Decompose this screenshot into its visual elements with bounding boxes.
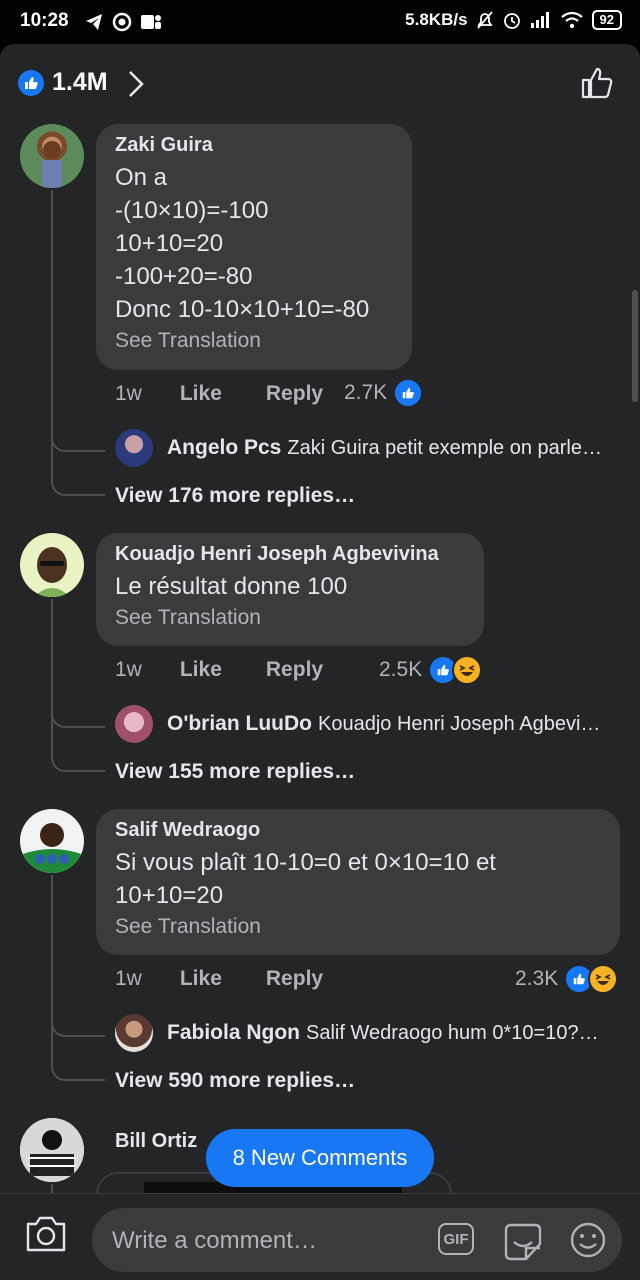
sticker-icon[interactable] xyxy=(502,1222,544,1262)
comment-composer: Write a comment… GIF xyxy=(0,1193,640,1280)
comment-author[interactable]: Kouadjo Henri Joseph Agbevivina xyxy=(115,543,464,566)
comment-line: 10+10=20 xyxy=(115,230,224,257)
avatar[interactable] xyxy=(20,1118,84,1182)
comment-line: On a xyxy=(115,164,168,191)
reply-text: Zaki Guira petit exemple on parle… xyxy=(287,436,602,459)
comment-text: On a -(10×10)=-100 10+10=20 -100+20=-80 … xyxy=(115,161,392,326)
thread-connector xyxy=(51,724,105,772)
haha-reaction-icon xyxy=(588,964,619,994)
camera-icon[interactable] xyxy=(24,1214,68,1254)
see-translation-link[interactable]: See Translation xyxy=(115,329,392,353)
comment-reactions[interactable]: 2.5K xyxy=(379,655,483,685)
comments-sheet: 1.4M Zaki Guira On a -(10×10)=-100 10+10… xyxy=(0,44,640,1280)
like-reaction-icon xyxy=(393,378,424,408)
reply-text: Kouadjo Henri Joseph Agbevi… xyxy=(317,712,601,735)
reply-button[interactable]: Reply xyxy=(266,382,323,405)
like-reaction-icon xyxy=(18,70,44,96)
comment-author[interactable]: Bill Ortiz xyxy=(115,1130,197,1153)
reply-avatar[interactable] xyxy=(115,429,153,467)
bell-off-icon xyxy=(476,11,493,29)
comment-input-placeholder: Write a comment… xyxy=(112,1227,317,1254)
reaction-count: 2.3K xyxy=(515,967,559,990)
comment-text: Le résultat donne 100 xyxy=(115,570,464,603)
gif-button[interactable]: GIF xyxy=(438,1223,474,1255)
like-button[interactable]: Like xyxy=(180,382,222,405)
emoji-icon[interactable] xyxy=(568,1220,608,1260)
comment-time: 1w xyxy=(115,382,142,405)
comment-author[interactable]: Salif Wedraogo xyxy=(115,819,600,842)
new-comments-button[interactable]: 8 New Comments xyxy=(206,1129,434,1187)
comment-text: Si vous plaît 10-10=0 et 0×10=10 et 10+1… xyxy=(115,846,600,912)
comment-time: 1w xyxy=(115,658,142,681)
comment-bubble[interactable]: Salif Wedraogo Si vous plaît 10-10=0 et … xyxy=(96,809,620,955)
haha-reaction-icon xyxy=(452,655,483,685)
avatar[interactable] xyxy=(20,533,84,597)
comment-actions: 1w Like Reply xyxy=(115,967,367,991)
comment-time: 1w xyxy=(115,967,142,990)
comment-reactions[interactable]: 2.7K xyxy=(344,378,424,408)
reply-text: Salif Wedraogo hum 0*10=10?… xyxy=(306,1021,599,1044)
comment-line: -100+20=-80 xyxy=(115,263,253,290)
comment-actions: 1w Like Reply xyxy=(115,382,367,406)
see-translation-link[interactable]: See Translation xyxy=(115,606,464,630)
status-bar: 10:28 5.8KB/s 92 xyxy=(0,0,640,44)
comment-line: Le résultat donne 100 xyxy=(115,573,348,600)
battery-indicator: 92 xyxy=(591,10,622,30)
comment-line: Donc 10-10×10+10=-80 xyxy=(115,296,370,323)
reaction-count: 2.7K xyxy=(344,381,388,404)
net-speed: 5.8KB/s xyxy=(405,10,468,29)
notification-icons xyxy=(84,12,162,32)
thread-connector xyxy=(51,1033,105,1081)
reaction-count[interactable]: 1.4M xyxy=(52,68,108,97)
like-button[interactable]: Like xyxy=(180,658,222,681)
like-post-icon[interactable] xyxy=(580,66,614,100)
reply-preview[interactable]: O'brian LuuDo Kouadjo Henri Joseph Agbev… xyxy=(115,705,600,743)
avatar[interactable] xyxy=(20,124,84,188)
reply-avatar[interactable] xyxy=(115,705,153,743)
reply-button[interactable]: Reply xyxy=(266,967,323,990)
comment-bubble[interactable]: Kouadjo Henri Joseph Agbevivina Le résul… xyxy=(96,533,484,646)
reply-avatar[interactable] xyxy=(115,1014,153,1052)
status-time: 10:28 xyxy=(20,10,69,31)
comment-line: Si vous plaît 10-10=0 et 0×10=10 et xyxy=(115,849,496,876)
chevron-right-icon[interactable] xyxy=(126,68,146,100)
comment-line: -(10×10)=-100 xyxy=(115,197,269,224)
reply-button[interactable]: Reply xyxy=(266,658,323,681)
reply-preview[interactable]: Fabiola Ngon Salif Wedraogo hum 0*10=10?… xyxy=(115,1014,599,1052)
comment-bubble[interactable]: Zaki Guira On a -(10×10)=-100 10+10=20 -… xyxy=(96,124,412,370)
reply-author[interactable]: Fabiola Ngon xyxy=(167,1021,300,1045)
view-more-replies[interactable]: View 176 more replies… xyxy=(115,484,355,508)
comment-line: 10+10=20 xyxy=(115,882,224,909)
reply-author[interactable]: Angelo Pcs xyxy=(167,436,281,460)
avatar[interactable] xyxy=(20,809,84,873)
wifi-icon xyxy=(560,11,583,29)
alarm-icon xyxy=(503,13,520,29)
record-icon xyxy=(112,12,132,32)
reply-preview[interactable]: Angelo Pcs Zaki Guira petit exemple on p… xyxy=(115,429,602,467)
thread-connector xyxy=(51,448,105,496)
reactions-header: 1.4M xyxy=(0,44,640,124)
telegram-icon xyxy=(86,14,102,30)
reaction-count: 2.5K xyxy=(379,658,423,681)
thread-line xyxy=(51,190,53,450)
comment-reactions[interactable]: 2.3K xyxy=(515,964,619,994)
reply-author[interactable]: O'brian LuuDo xyxy=(167,712,312,736)
comment-author[interactable]: Zaki Guira xyxy=(115,134,392,157)
teams-icon xyxy=(141,15,161,29)
signal-icon xyxy=(530,12,549,28)
like-button[interactable]: Like xyxy=(180,967,222,990)
view-more-replies[interactable]: View 155 more replies… xyxy=(115,760,355,784)
system-icons: 5.8KB/s 92 xyxy=(405,10,622,30)
see-translation-link[interactable]: See Translation xyxy=(115,915,600,939)
view-more-replies[interactable]: View 590 more replies… xyxy=(115,1069,355,1093)
scrollbar[interactable] xyxy=(632,290,638,402)
comment-actions: 1w Like Reply xyxy=(115,658,367,682)
comment-input[interactable]: Write a comment… GIF xyxy=(92,1208,622,1272)
